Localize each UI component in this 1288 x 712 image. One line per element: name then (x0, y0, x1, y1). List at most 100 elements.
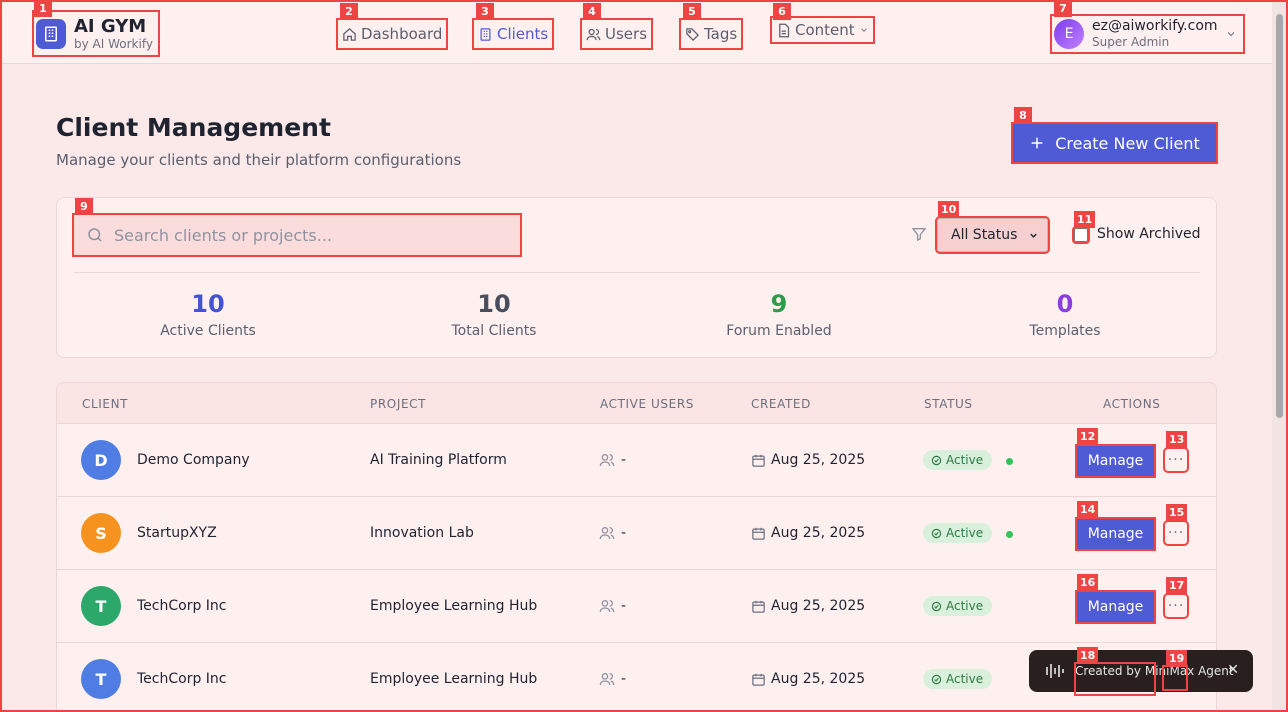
table-header: CLIENT PROJECT ACTIVE USERS CREATED STAT… (57, 383, 1216, 424)
check-circle-icon (931, 528, 942, 538)
client-name: TechCorp Inc (137, 671, 227, 687)
nav-tags[interactable]: Tags (678, 18, 744, 50)
column-header-active-users: ACTIVE USERS (600, 397, 694, 411)
nav-dashboard-label: Dashboard (361, 25, 443, 43)
soundwave-icon (1046, 664, 1064, 678)
column-header-status: STATUS (924, 397, 973, 411)
stat-label: Total Clients (451, 323, 537, 339)
active-users-cell: - (599, 452, 626, 468)
top-navbar: AI GYM by AI Workify Dashboard Clients U… (2, 2, 1272, 64)
close-icon[interactable]: ✕ (1227, 662, 1239, 678)
manage-button[interactable]: Manage (1075, 444, 1156, 478)
scrollbar-thumb[interactable] (1276, 14, 1283, 418)
manage-button[interactable]: Manage (1075, 517, 1156, 551)
client-avatar: D (81, 440, 121, 480)
user-role: Super Admin (1092, 35, 1170, 49)
annotation-marker: 11 (1074, 211, 1096, 228)
users-icon (599, 600, 615, 613)
plus-icon (1031, 137, 1043, 149)
nav-clients[interactable]: Clients (471, 18, 555, 50)
brand-subtitle: by AI Workify (74, 36, 153, 51)
annotation-marker: 19 (1166, 650, 1188, 667)
nav-dashboard[interactable]: Dashboard (335, 18, 449, 50)
search-icon (88, 228, 102, 242)
calendar-icon (752, 527, 765, 540)
more-actions-button-row4[interactable] (1162, 665, 1188, 691)
filter-icon (911, 228, 927, 242)
building-icon (480, 27, 491, 41)
building-icon (36, 18, 66, 49)
annotation-marker: 9 (75, 198, 93, 215)
check-circle-icon (931, 455, 942, 465)
chevron-down-icon (1227, 32, 1235, 37)
more-actions-button[interactable]: ··· (1163, 593, 1189, 619)
nav-users-label: Users (605, 25, 648, 43)
annotation-marker: 17 (1166, 577, 1188, 594)
client-avatar: T (81, 659, 121, 699)
active-users-value: - (621, 671, 627, 687)
stat-templates: 0 Templates (965, 290, 1165, 339)
user-menu[interactable]: E ez@aiworkify.com Super Admin (1050, 14, 1245, 54)
stat-value: 10 (477, 290, 511, 318)
client-name: Demo Company (137, 452, 250, 468)
calendar-icon (752, 454, 765, 467)
annotation-marker: 13 (1166, 431, 1188, 448)
more-actions-button[interactable]: ··· (1163, 520, 1189, 546)
created-cell: Aug 25, 2025 (751, 525, 865, 541)
calendar-icon (752, 673, 765, 686)
stat-value: 0 (1056, 290, 1074, 318)
annotation-marker: 4 (583, 3, 601, 20)
active-users-cell: - (599, 598, 626, 614)
online-indicator (1006, 531, 1013, 538)
column-header-created: CREATED (751, 397, 811, 411)
users-icon (599, 527, 615, 540)
client-avatar: T (81, 586, 121, 626)
active-users-value: - (621, 598, 627, 614)
online-indicator (1006, 458, 1013, 465)
create-client-button[interactable]: Create New Client (1011, 122, 1218, 164)
column-header-actions: ACTIONS (1103, 397, 1161, 411)
search-input[interactable] (114, 225, 494, 245)
nav-clients-label: Clients (497, 25, 549, 43)
show-archived-label: Show Archived (1097, 226, 1201, 242)
status-badge: Active (923, 523, 993, 543)
brand-logo-link[interactable]: AI GYM by AI Workify (32, 10, 160, 57)
user-email: ez@aiworkify.com (1092, 18, 1218, 34)
created-cell: Aug 25, 2025 (751, 598, 865, 614)
status-text: Active (946, 526, 984, 540)
calendar-icon (752, 600, 765, 613)
nav-tags-label: Tags (704, 25, 738, 43)
search-field[interactable] (72, 213, 522, 257)
check-circle-icon (931, 601, 942, 611)
created-cell: Aug 25, 2025 (751, 452, 865, 468)
page-title: Client Management (56, 113, 331, 142)
more-actions-button[interactable]: ··· (1163, 447, 1189, 473)
annotation-marker: 18 (1077, 647, 1099, 664)
stat-total-clients: 10 Total Clients (394, 290, 594, 339)
chevron-down-icon (860, 28, 867, 32)
avatar: E (1054, 19, 1084, 49)
created-cell: Aug 25, 2025 (751, 671, 865, 687)
annotation-marker: 6 (773, 3, 791, 20)
status-select[interactable]: All Status (935, 216, 1050, 254)
manage-button-row4[interactable] (1074, 662, 1156, 696)
annotation-marker: 8 (1014, 107, 1032, 124)
nav-users[interactable]: Users (579, 18, 654, 50)
created-date: Aug 25, 2025 (771, 525, 866, 541)
annotation-marker: 15 (1166, 504, 1188, 521)
project-name: Innovation Lab (370, 525, 474, 541)
project-name: Employee Learning Hub (370, 671, 538, 687)
page-subtitle: Manage your clients and their platform c… (56, 151, 462, 169)
project-name: AI Training Platform (370, 452, 507, 468)
vertical-scrollbar[interactable] (1272, 2, 1286, 710)
annotation-marker: 14 (1077, 501, 1099, 518)
nav-content-dropdown[interactable]: Content (770, 16, 875, 44)
table-row: D Demo Company AI Training Platform - Aug 25… (57, 424, 1216, 497)
active-users-value: - (621, 452, 627, 468)
show-archived-checkbox[interactable] (1072, 226, 1090, 244)
created-date: Aug 25, 2025 (771, 671, 866, 687)
manage-button[interactable]: Manage (1075, 590, 1156, 624)
stat-label: Active Clients (160, 323, 256, 339)
client-avatar: S (81, 513, 121, 553)
status-select-value: All Status (951, 227, 1018, 243)
